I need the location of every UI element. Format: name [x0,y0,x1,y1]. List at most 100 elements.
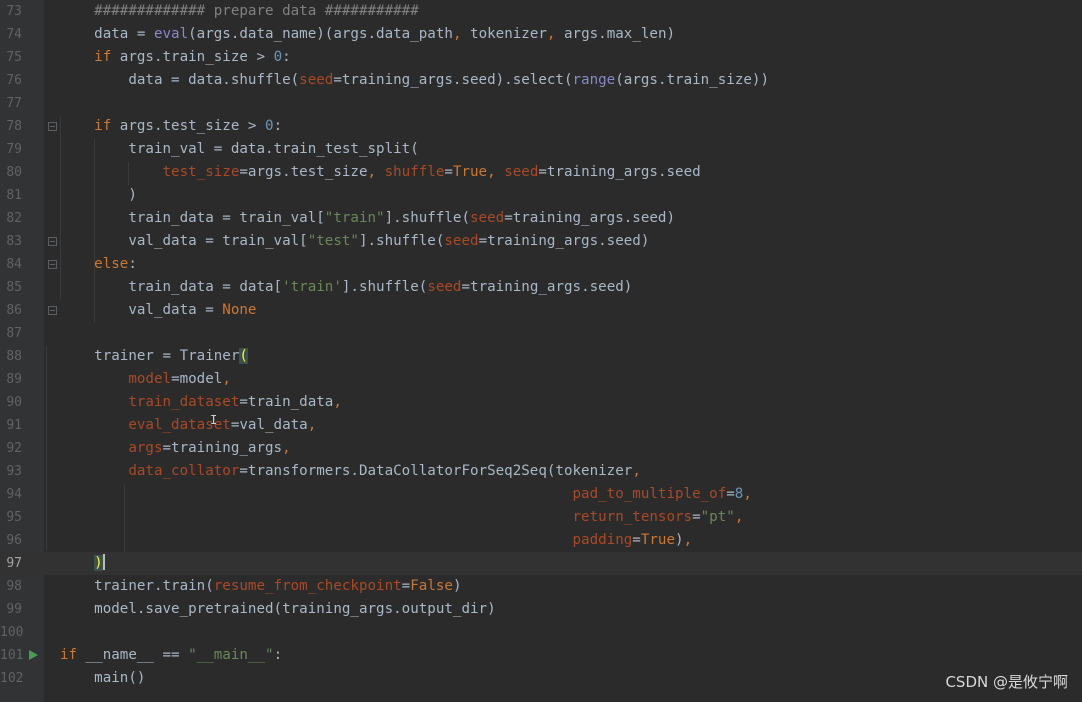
code-line[interactable]: 78 if args.test_size > 0: [0,115,1082,138]
line-number[interactable]: 81 [0,184,22,207]
code-token: model.save_pretrained(training_args.outp… [60,601,496,617]
code-line[interactable]: 75 if args.train_size > 0: [0,46,1082,69]
code-text[interactable]: main() [60,667,145,690]
fold-marker-icon[interactable] [48,237,57,246]
code-text[interactable]: model=model, [60,368,231,391]
line-number[interactable]: 96 [0,529,22,552]
line-number[interactable]: 83 [0,230,22,253]
code-line[interactable]: 94 pad_to_multiple_of=8, [0,483,1082,506]
line-number[interactable]: 101 [0,644,23,667]
line-number[interactable]: 73 [0,0,22,23]
line-number[interactable]: 102 [0,667,23,690]
code-line[interactable]: 102 main() [0,667,1082,690]
current-code-line[interactable]: 97 ) [0,552,1082,575]
line-number[interactable]: 85 [0,276,22,299]
code-line[interactable]: 89 model=model, [0,368,1082,391]
run-gutter-icon[interactable] [29,650,38,660]
code-line[interactable]: 100 [0,621,1082,644]
code-text[interactable]: trainer = Trainer( [60,345,248,368]
code-line[interactable]: 82 train_data = train_val["train"].shuff… [0,207,1082,230]
code-text[interactable]: return_tensors="pt", [60,506,744,529]
code-line[interactable]: 95 return_tensors="pt", [0,506,1082,529]
line-number[interactable]: 75 [0,46,22,69]
code-line[interactable]: 77 [0,92,1082,115]
line-number[interactable]: 84 [0,253,22,276]
code-line[interactable]: 79 train_val = data.train_test_split( [0,138,1082,161]
line-number[interactable]: 80 [0,161,22,184]
code-text[interactable]: val_data = None [60,299,256,322]
code-token: return_tensors [572,509,693,525]
line-number[interactable]: 77 [0,92,22,115]
code-editor[interactable]: 73 ############# prepare data ##########… [0,0,1082,702]
fold-marker-icon[interactable] [48,260,57,269]
code-text[interactable]: data_collator=transformers.DataCollatorF… [60,460,641,483]
code-line[interactable]: 90 train_dataset=train_data, [0,391,1082,414]
line-number[interactable]: 76 [0,69,22,92]
code-text[interactable]: train_dataset=train_data, [60,391,342,414]
code-text[interactable]: trainer.train(resume_from_checkpoint=Fal… [60,575,461,598]
code-line[interactable]: 84 else: [0,253,1082,276]
code-line[interactable]: 93 data_collator=transformers.DataCollat… [0,460,1082,483]
line-number[interactable]: 74 [0,23,22,46]
line-number[interactable]: 92 [0,437,22,460]
line-number[interactable]: 95 [0,506,22,529]
code-text[interactable]: ) [60,552,105,575]
code-text[interactable]: data = eval(args.data_name)(args.data_pa… [60,23,675,46]
code-line[interactable]: 96 padding=True), [0,529,1082,552]
code-line[interactable]: 99 model.save_pretrained(training_args.o… [0,598,1082,621]
line-number[interactable]: 100 [0,621,23,644]
code-text[interactable]: train_data = train_val["train"].shuffle(… [60,207,675,230]
code-text[interactable]: if args.test_size > 0: [60,115,282,138]
code-line[interactable]: 87 [0,322,1082,345]
line-number[interactable]: 86 [0,299,22,322]
code-token: =transformers.DataCollatorForSeq2Seq(tok… [239,463,633,479]
line-number[interactable]: 97 [0,552,22,575]
line-number[interactable]: 90 [0,391,22,414]
code-text[interactable]: args=training_args, [60,437,290,460]
code-line[interactable]: 92 args=training_args, [0,437,1082,460]
code-text[interactable]: data = data.shuffle(seed=training_args.s… [60,69,769,92]
code-line[interactable]: 76 data = data.shuffle(seed=training_arg… [0,69,1082,92]
line-number[interactable]: 89 [0,368,22,391]
line-number[interactable]: 94 [0,483,22,506]
code-text[interactable]: train_data = data['train'].shuffle(seed=… [60,276,632,299]
code-token: train_data = data[ [60,279,283,295]
code-line[interactable]: 85 train_data = data['train'].shuffle(se… [0,276,1082,299]
code-text[interactable]: if args.train_size > 0: [60,46,290,69]
code-text[interactable]: ############# prepare data ########### [60,0,419,23]
code-line[interactable]: 98 trainer.train(resume_from_checkpoint=… [0,575,1082,598]
code-text[interactable]: eval_dataset=val_data, [60,414,316,437]
code-text[interactable]: val_data = train_val["test"].shuffle(see… [60,230,649,253]
line-number[interactable]: 99 [0,598,22,621]
line-number[interactable]: 82 [0,207,22,230]
code-text[interactable]: pad_to_multiple_of=8, [60,483,752,506]
watermark: CSDN @是攸宁啊 [945,673,1068,691]
code-text[interactable]: else: [60,253,137,276]
code-text[interactable]: train_val = data.train_test_split( [60,138,418,161]
code-line[interactable]: 74 data = eval(args.data_name)(args.data… [0,23,1082,46]
code-line[interactable]: 86 val_data = None [0,299,1082,322]
line-number[interactable]: 78 [0,115,22,138]
code-token: = [692,509,701,525]
code-text[interactable]: model.save_pretrained(training_args.outp… [60,598,496,621]
code-text[interactable]: if __name__ == "__main__": [60,644,282,667]
code-line[interactable]: 81 ) [0,184,1082,207]
line-number[interactable]: 87 [0,322,22,345]
code-text[interactable]: test_size=args.test_size, shuffle=True, … [60,161,701,184]
code-text[interactable]: ) [60,184,137,207]
line-number[interactable]: 98 [0,575,22,598]
code-line[interactable]: 88 trainer = Trainer( [0,345,1082,368]
code-line[interactable]: 73 ############# prepare data ##########… [0,0,1082,23]
line-number[interactable]: 88 [0,345,22,368]
code-line[interactable]: 80 test_size=args.test_size, shuffle=Tru… [0,161,1082,184]
code-line[interactable]: 83 val_data = train_val["test"].shuffle(… [0,230,1082,253]
code-line[interactable]: 91 eval_dataset=val_data, [0,414,1082,437]
line-number[interactable]: 91 [0,414,22,437]
line-number[interactable]: 79 [0,138,22,161]
line-number[interactable]: 93 [0,460,22,483]
code-line[interactable]: 101 if __name__ == "__main__": [0,644,1082,667]
code-text[interactable]: padding=True), [60,529,693,552]
fold-marker-icon[interactable] [48,122,57,131]
fold-marker-icon[interactable] [48,306,57,315]
